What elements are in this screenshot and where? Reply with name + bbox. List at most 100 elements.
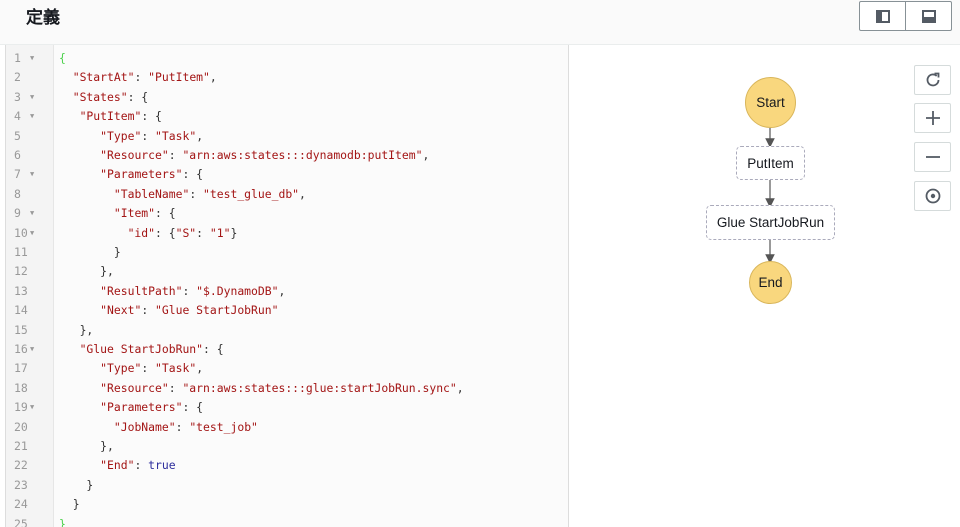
code-text: }, (59, 262, 114, 281)
fold-toggle-icon[interactable]: ▼ (30, 224, 34, 243)
line-number: 21 (14, 439, 28, 453)
code-punct-token (59, 226, 128, 240)
code-string-token: "ResultPath" (100, 283, 183, 298)
code-punct-token (59, 284, 100, 298)
code-punct-token: : (196, 225, 210, 240)
workflow-graph[interactable]: Start PutItem Glue StartJobRun End (569, 45, 960, 527)
code-line[interactable]: 11 } (6, 243, 566, 262)
code-text: "States": { (59, 88, 148, 107)
line-number: 22 (14, 458, 28, 473)
code-line[interactable]: 14 "Next": "Glue StartJobRun" (6, 301, 566, 320)
fold-toggle-icon[interactable]: ▼ (30, 49, 34, 68)
code-punct-token (59, 400, 100, 414)
start-node[interactable]: Start (745, 77, 796, 128)
code-line[interactable]: 21 }, (6, 437, 566, 456)
code-string-token: "End" (100, 458, 135, 473)
fold-toggle-icon[interactable]: ▼ (30, 340, 34, 359)
code-line[interactable]: 3 ▼ "States": { (6, 88, 566, 107)
code-text: "TableName": "test_glue_db", (59, 185, 306, 204)
fold-toggle-icon[interactable]: ▼ (30, 204, 34, 223)
code-text: "Type": "Task", (59, 359, 203, 378)
split-vertical-button[interactable] (860, 2, 905, 30)
code-punct-token (59, 148, 100, 162)
line-number: 24 (14, 497, 28, 512)
code-line[interactable]: 12 }, (6, 262, 566, 281)
code-line[interactable]: 16 ▼ "Glue StartJobRun": { (6, 340, 566, 359)
code-text: "Next": "Glue StartJobRun" (59, 301, 278, 320)
code-punct-token: , (422, 148, 430, 162)
code-string-token: "Resource" (100, 148, 169, 162)
code-string-token: "Glue StartJobRun" (155, 303, 279, 318)
code-punct-token: : { (155, 206, 176, 221)
glue-startjobrun-node[interactable]: Glue StartJobRun (706, 205, 835, 240)
code-line[interactable]: 22 "End": true (6, 456, 566, 475)
code-line[interactable]: 7 ▼ "Parameters": { (6, 165, 566, 184)
page-title: 定義 (26, 8, 60, 28)
code-punct-token: : { (141, 109, 162, 124)
code-punct-token: : (189, 186, 204, 201)
code-punct-token: , (299, 186, 306, 201)
code-text: { (59, 49, 66, 68)
code-text: "Resource": "arn:aws:states:::dynamodb:p… (59, 146, 429, 165)
code-punct-token (59, 187, 114, 201)
code-text: "ResultPath": "$.DynamoDB", (59, 282, 285, 301)
line-number: 23 (14, 477, 28, 492)
line-number: 20 (14, 419, 28, 434)
code-line[interactable]: 20 "JobName": "test_job" (6, 418, 566, 437)
code-punct-token: , (456, 380, 464, 395)
split-horizontal-button[interactable] (905, 2, 951, 30)
code-punct-token: }, (59, 322, 94, 337)
code-line[interactable]: 10 ▼ "id": {"S": "1"} (6, 224, 566, 243)
code-line[interactable]: 18 "Resource": "arn:aws:states:::glue:st… (6, 379, 566, 398)
line-number: 2 (14, 70, 21, 85)
code-line[interactable]: 23 } (6, 476, 566, 495)
code-string-token: "Resource" (100, 380, 169, 395)
code-line[interactable]: 4 ▼ "PutItem": { (6, 107, 566, 126)
code-line[interactable]: 1 ▼{ (6, 49, 566, 68)
code-line[interactable]: 24 } (6, 495, 566, 514)
code-line[interactable]: 2 "StartAt": "PutItem", (6, 68, 566, 87)
end-node[interactable]: End (749, 261, 792, 304)
code-punct-token: } (59, 245, 121, 259)
definition-header: 定義 (0, 0, 960, 45)
code-text: "End": true (59, 456, 175, 475)
code-line[interactable]: 5 "Type": "Task", (6, 127, 566, 146)
fold-toggle-icon[interactable]: ▼ (30, 165, 34, 184)
fold-toggle-icon[interactable]: ▼ (30, 398, 34, 417)
split-horizontal-icon (921, 9, 936, 23)
code-punct-token: : (141, 361, 156, 376)
code-string-token: "Parameters" (100, 167, 183, 182)
code-line[interactable]: 15 }, (6, 321, 566, 340)
putitem-node[interactable]: PutItem (736, 146, 805, 180)
code-punct-token: , (278, 283, 286, 298)
code-string-token: "States" (72, 89, 128, 104)
code-string-token: "PutItem" (148, 70, 210, 85)
fold-toggle-icon[interactable]: ▼ (30, 88, 34, 107)
code-line[interactable]: 8 "TableName": "test_glue_db", (6, 185, 566, 204)
code-line[interactable]: 13 "ResultPath": "$.DynamoDB", (6, 282, 566, 301)
code-editor[interactable]: 1 ▼{2 "StartAt": "PutItem", 3 ▼ "States": {… (5, 45, 569, 527)
code-line[interactable]: 9 ▼ "Item": { (6, 204, 566, 223)
code-string-token: "arn:aws:states:::glue:startJobRun.sync" (182, 380, 457, 395)
code-punct-token (59, 361, 100, 375)
fold-toggle-icon[interactable]: ▼ (30, 107, 34, 126)
code-text: }, (59, 437, 114, 456)
line-number: 25 (14, 516, 28, 527)
code-line[interactable]: 17 "Type": "Task", (6, 359, 566, 378)
code-punct-token: , (196, 128, 204, 143)
code-line[interactable]: 25} (6, 515, 566, 527)
code-line[interactable]: 19 ▼ "Parameters": { (6, 398, 566, 417)
code-text: "StartAt": "PutItem", (59, 68, 217, 87)
code-text: } (59, 495, 80, 514)
line-number: 14 (14, 303, 28, 318)
line-number: 12 (14, 264, 28, 279)
line-number: 18 (14, 380, 28, 395)
code-line[interactable]: 6 "Resource": "arn:aws:states:::dynamodb… (6, 146, 566, 165)
code-text: "id": {"S": "1"} (59, 224, 238, 243)
code-punct-token: : { (155, 225, 176, 240)
code-string-token: "TableName" (113, 186, 190, 201)
code-text: "Resource": "arn:aws:states:::glue:start… (59, 379, 464, 398)
code-text: "Parameters": { (59, 398, 203, 417)
line-number: 5 (14, 128, 21, 143)
code-string-token: "arn:aws:states:::dynamodb:putItem" (182, 148, 423, 162)
